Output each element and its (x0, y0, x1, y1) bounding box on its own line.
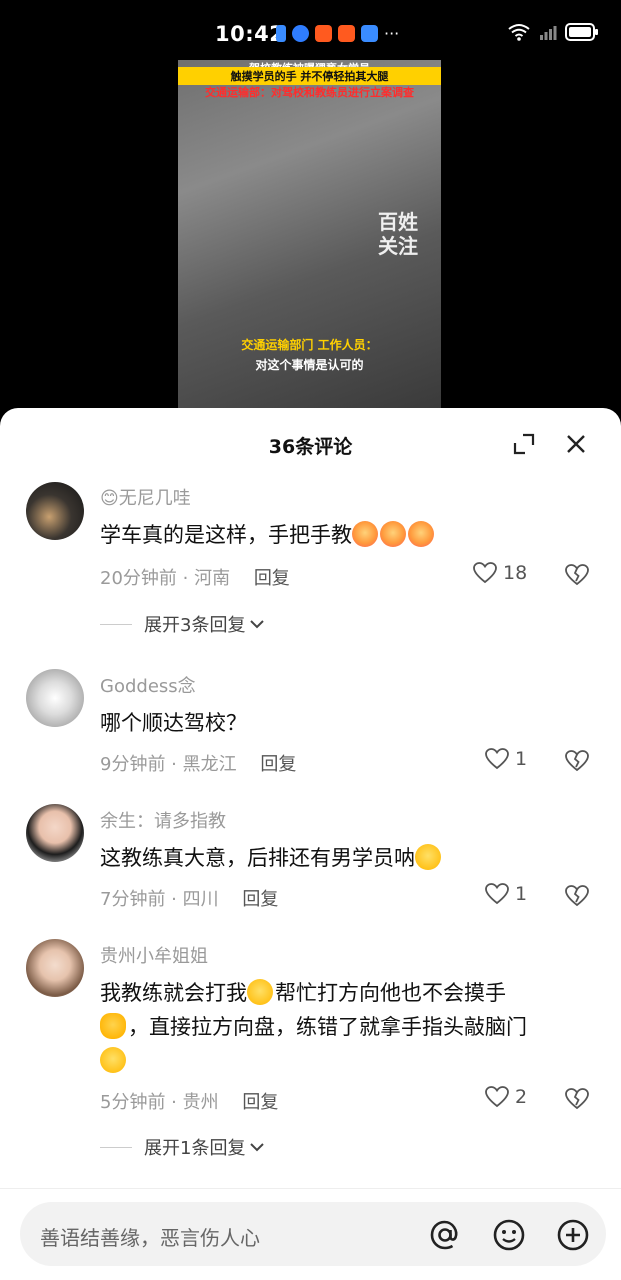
comment-sheet: 36条评论 😊无尼几哇 学车真的是这样，手把手教 20分钟前 · 河南 回复 1… (0, 408, 621, 1280)
comment-username[interactable]: 余生：请多指教 (100, 807, 226, 833)
comment-username[interactable]: 😊无尼几哇 (100, 484, 191, 510)
comment-item: 余生：请多指教 这教练真大意，后排还有男学员呐 7分钟前 · 四川 回复 1 (0, 801, 621, 931)
video-player[interactable]: 驾校教练被曝猥亵女学员 触摸学员的手 并不停轻拍其大腿 交通运输部：对驾校和教练… (0, 60, 621, 410)
expand-replies-button[interactable]: 展开1条回复 (100, 1134, 265, 1160)
heart-icon (485, 748, 509, 770)
heart-icon (485, 1086, 509, 1108)
signal-icon (540, 26, 557, 40)
video-caption-speaker: 交通运输部门 工作人员： (241, 338, 378, 352)
comment-meta: 9分钟前 · 黑龙江 回复 (100, 754, 297, 775)
expand-replies-button[interactable]: 展开3条回复 (100, 611, 265, 637)
reply-button[interactable]: 回复 (242, 889, 278, 910)
battery-icon (565, 23, 598, 41)
video-frame[interactable]: 驾校教练被曝猥亵女学员 触摸学员的手 并不停轻拍其大腿 交通运输部：对驾校和教练… (178, 60, 441, 410)
comment-input-placeholder: 善语结善缘，恶言伤人心 (40, 1226, 260, 1250)
comment-item: Goddess念 哪个顺达驾校？ 9分钟前 · 黑龙江 回复 1 (0, 666, 621, 796)
app-icon-1 (315, 25, 332, 42)
reply-button[interactable]: 回复 (260, 754, 296, 775)
laughing-tears-icon (415, 844, 441, 870)
comment-meta: 5分钟前 · 贵州 回复 (100, 1092, 279, 1113)
comment-username[interactable]: 贵州小牟姐姐 (100, 942, 208, 968)
broken-heart-icon[interactable] (565, 1087, 589, 1111)
more-status-icon: ··· (384, 24, 400, 43)
status-app-icons: ··· (276, 24, 399, 43)
like-count: 2 (515, 1086, 528, 1108)
broken-heart-icon[interactable] (565, 884, 589, 908)
status-time: 10:42 (215, 22, 285, 46)
emoji-icon[interactable] (492, 1218, 526, 1252)
comment-username[interactable]: Goddess念 (100, 672, 196, 698)
video-subheadline: 交通运输部：对驾校和教练员进行立案调查 (205, 86, 414, 99)
avatar[interactable] (26, 482, 84, 540)
crying-face-icon (408, 521, 434, 547)
avatar[interactable] (26, 669, 84, 727)
like-button[interactable]: 1 (485, 748, 527, 770)
battery-saver-icon (276, 25, 286, 42)
like-count: 1 (515, 883, 528, 905)
cloud-icon (361, 25, 378, 42)
plus-circle-icon[interactable] (556, 1218, 590, 1252)
laughing-tears-icon (100, 1047, 126, 1073)
at-icon[interactable] (428, 1218, 462, 1252)
video-caption-text: 对这个事情是认可的 (255, 358, 364, 372)
comment-item: 贵州小牟姐姐 我教练就会打我 帮忙打方向他也不会摸手 ，直接拉方向盘，练错了就拿手… (0, 938, 621, 1178)
like-button[interactable]: 18 (473, 562, 527, 584)
browser-icon (292, 25, 309, 42)
crying-face-icon (352, 521, 378, 547)
comment-item: 😊无尼几哇 学车真的是这样，手把手教 20分钟前 · 河南 回复 18 展开3条… (0, 478, 621, 678)
input-divider (0, 1188, 621, 1189)
app-icon-2 (338, 25, 355, 42)
comment-text: 学车真的是这样，手把手教 (100, 518, 600, 552)
broken-heart-icon[interactable] (565, 749, 589, 773)
broken-heart-icon[interactable] (565, 563, 589, 587)
divider-line (100, 623, 132, 625)
wifi-icon (508, 24, 530, 41)
comment-input[interactable]: 善语结善缘，恶言伤人心 (20, 1202, 606, 1266)
like-button[interactable]: 1 (485, 883, 527, 905)
divider-line (100, 1146, 132, 1148)
avatar[interactable] (26, 939, 84, 997)
raised-hand-icon (100, 1013, 126, 1039)
video-watermark: 百姓 关注 (378, 210, 418, 258)
expand-icon[interactable] (512, 432, 536, 456)
chevron-down-icon (250, 620, 265, 629)
status-bar: 10:42 ··· (0, 0, 621, 60)
close-icon[interactable] (564, 432, 588, 456)
comment-meta: 7分钟前 · 四川 回复 (100, 889, 279, 910)
comment-meta: 20分钟前 · 河南 回复 (100, 568, 290, 589)
video-headline: 触摸学员的手 并不停轻拍其大腿 (178, 67, 441, 85)
status-right (507, 22, 599, 42)
reply-button[interactable]: 回复 (254, 568, 290, 589)
heart-icon (485, 883, 509, 905)
comment-text: 这教练真大意，后排还有男学员呐 (100, 841, 600, 875)
reply-button[interactable]: 回复 (242, 1092, 278, 1113)
like-count: 18 (503, 562, 528, 584)
like-count: 1 (515, 748, 528, 770)
comment-text: 我教练就会打我 帮忙打方向他也不会摸手 ，直接拉方向盘，练错了就拿手指头敲脑门 (100, 976, 600, 1078)
heart-icon (473, 562, 497, 584)
crying-face-icon (380, 521, 406, 547)
avatar[interactable] (26, 804, 84, 862)
laughing-tears-icon (247, 979, 273, 1005)
chevron-down-icon (250, 1143, 265, 1152)
like-button[interactable]: 2 (485, 1086, 527, 1108)
comment-text: 哪个顺达驾校？ (100, 711, 247, 735)
